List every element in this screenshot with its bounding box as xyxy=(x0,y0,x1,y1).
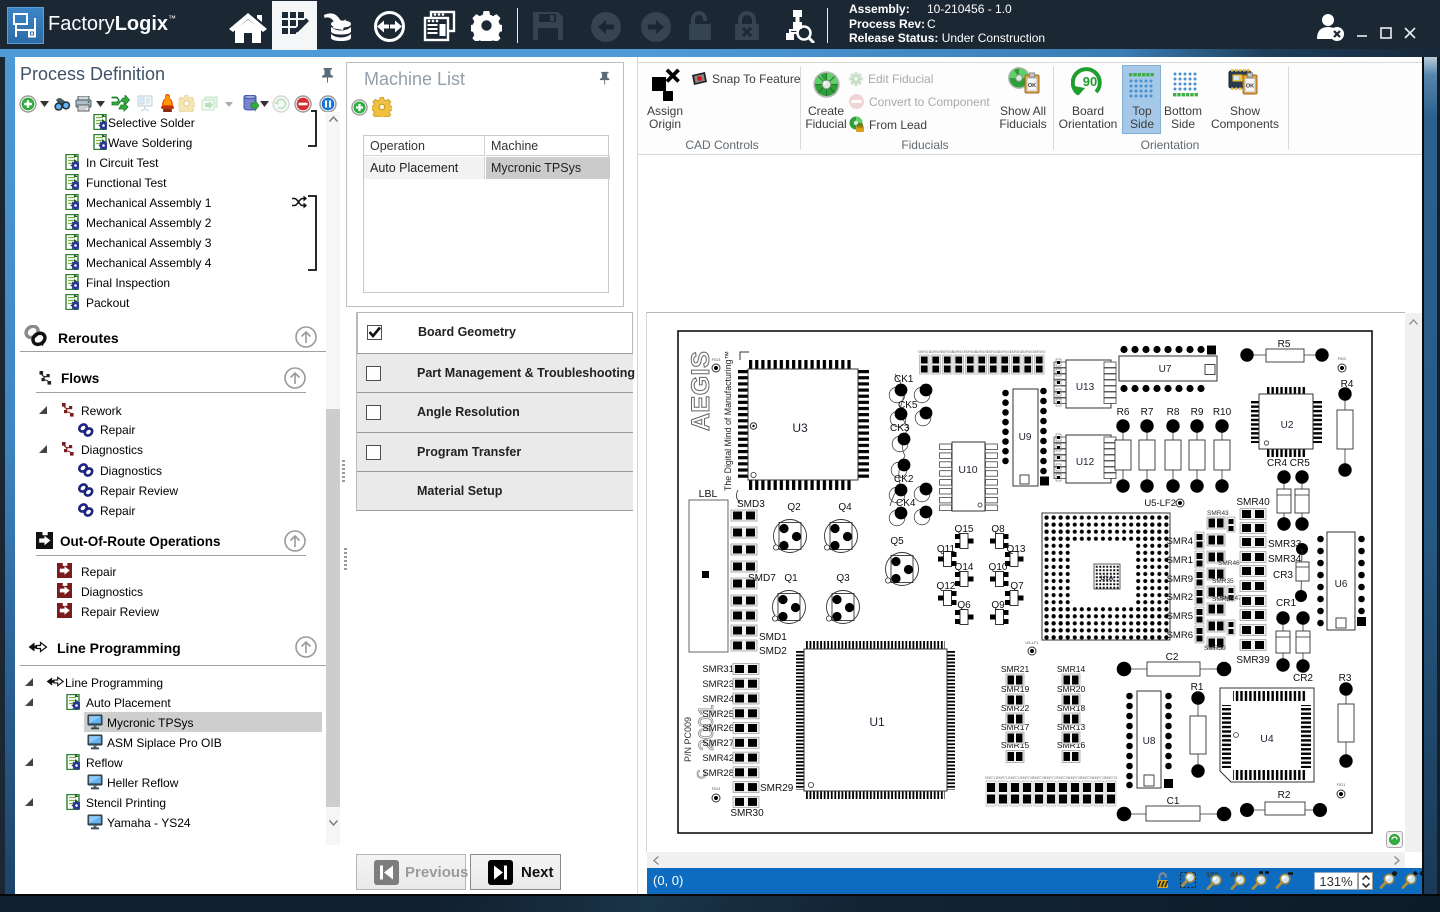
svg-text:U9: U9 xyxy=(1019,432,1032,443)
svg-text:Q1: Q1 xyxy=(784,573,798,584)
svg-text:SMR28: SMR28 xyxy=(702,768,734,779)
svg-text:SMR702: SMR702 xyxy=(1105,776,1118,780)
svg-text:LBL: LBL xyxy=(699,488,718,500)
svg-text:CK5: CK5 xyxy=(898,400,918,411)
svg-text:R9: R9 xyxy=(1191,407,1204,418)
svg-text:CK1: CK1 xyxy=(894,374,914,385)
svg-text:P/N PC009: P/N PC009 xyxy=(683,717,693,762)
svg-text:SMD2: SMD2 xyxy=(759,646,787,657)
svg-text:SMR23: SMR23 xyxy=(702,679,734,690)
svg-text:U8: U8 xyxy=(1143,736,1156,747)
svg-text:SMR25: SMR25 xyxy=(702,709,734,720)
svg-text:R5: R5 xyxy=(1278,339,1291,350)
svg-text:SMR26: SMR26 xyxy=(702,723,734,734)
svg-text:U1A: U1A xyxy=(1100,575,1113,582)
svg-text:CR2: CR2 xyxy=(1293,673,1313,684)
svg-text:SMR21: SMR21 xyxy=(1001,664,1030,674)
svg-text:C1: C1 xyxy=(1167,796,1180,807)
svg-text:Q5: Q5 xyxy=(890,536,904,547)
svg-text:SMR43: SMR43 xyxy=(1207,510,1229,517)
svg-text:U10: U10 xyxy=(958,464,977,476)
svg-text:Q15: Q15 xyxy=(955,524,974,535)
svg-text:CK4: CK4 xyxy=(896,498,916,509)
svg-text:CK3: CK3 xyxy=(890,423,910,434)
svg-text:U12: U12 xyxy=(1076,457,1095,468)
svg-text:U6: U6 xyxy=(1335,579,1348,590)
svg-text:SMR30: SMR30 xyxy=(730,808,764,819)
svg-text:FID4: FID4 xyxy=(712,786,721,791)
svg-text:SMR711: SMR711 xyxy=(997,776,1010,780)
svg-text:OK: OK xyxy=(1028,83,1036,89)
svg-text:U2: U2 xyxy=(1281,420,1294,431)
svg-text:R10: R10 xyxy=(1213,407,1232,418)
svg-text:U13: U13 xyxy=(1076,382,1095,393)
svg-text:SMR27: SMR27 xyxy=(702,738,734,749)
svg-text:The Digital Mind of Manufactur: The Digital Mind of Manufacturing™ xyxy=(723,351,733,491)
svg-text:SMR47: SMR47 xyxy=(1220,595,1242,602)
svg-text:CR3: CR3 xyxy=(1273,570,1293,581)
svg-text:Q11: Q11 xyxy=(937,544,956,555)
svg-text:R2: R2 xyxy=(1278,790,1291,801)
svg-text:U4: U4 xyxy=(1260,733,1274,745)
svg-text:U3: U3 xyxy=(792,421,808,435)
svg-text:SMR5: SMR5 xyxy=(1167,611,1193,622)
svg-text:FID2: FID2 xyxy=(1338,356,1347,361)
svg-text:U7: U7 xyxy=(1159,364,1172,375)
svg-text:SMR42: SMR42 xyxy=(702,753,734,764)
svg-text:Q9: Q9 xyxy=(991,600,1005,611)
svg-text:Q2: Q2 xyxy=(787,502,801,513)
svg-text:90: 90 xyxy=(1083,74,1097,89)
svg-text:U5-LF2: U5-LF2 xyxy=(1144,498,1176,509)
svg-text:SMD7: SMD7 xyxy=(748,573,776,584)
svg-text:SMR9: SMR9 xyxy=(1167,574,1193,585)
svg-text:SMR35: SMR35 xyxy=(1212,578,1234,585)
svg-text:Q14: Q14 xyxy=(955,562,974,573)
svg-text:SMR40: SMR40 xyxy=(1236,497,1270,508)
svg-text:R8: R8 xyxy=(1167,407,1180,418)
svg-text:Q10: Q10 xyxy=(989,562,1008,573)
svg-text:OK: OK xyxy=(1246,84,1254,90)
svg-text:SMR31: SMR31 xyxy=(702,664,734,675)
svg-text:CR1: CR1 xyxy=(1276,598,1296,609)
svg-text:FID3: FID3 xyxy=(712,357,721,362)
svg-text:SMR39: SMR39 xyxy=(1236,655,1270,666)
svg-text:SMR6: SMR6 xyxy=(1167,630,1193,641)
svg-text:U5-LF1: U5-LF1 xyxy=(1025,640,1039,645)
svg-text:SMD3: SMD3 xyxy=(737,499,765,510)
svg-text:SMR46: SMR46 xyxy=(1218,560,1240,567)
svg-text:CK2: CK2 xyxy=(894,474,914,485)
svg-text:SMR2: SMR2 xyxy=(1167,592,1193,603)
svg-text:SMR4: SMR4 xyxy=(1167,536,1193,547)
svg-text:SMD1: SMD1 xyxy=(759,632,787,643)
svg-text:FID1: FID1 xyxy=(1337,782,1346,787)
svg-text:Q4: Q4 xyxy=(838,502,852,513)
svg-text:Q6: Q6 xyxy=(957,600,971,611)
svg-text:R6: R6 xyxy=(1117,407,1130,418)
svg-text:SMR29: SMR29 xyxy=(760,783,794,794)
svg-text:U1: U1 xyxy=(869,715,885,729)
svg-text:Q12: Q12 xyxy=(937,581,956,592)
svg-text:SMR24: SMR24 xyxy=(702,694,734,705)
svg-text:Q8: Q8 xyxy=(991,524,1005,535)
svg-text:CR4 CR5: CR4 CR5 xyxy=(1267,458,1310,469)
svg-text:Q13: Q13 xyxy=(1007,544,1026,555)
svg-text:SMR14: SMR14 xyxy=(1057,664,1086,674)
svg-text:SMR712: SMR712 xyxy=(985,776,998,780)
svg-text:R7: R7 xyxy=(1141,407,1154,418)
svg-text:SMR1: SMR1 xyxy=(1167,555,1193,566)
svg-text:Q7: Q7 xyxy=(1010,581,1024,592)
svg-text:C2: C2 xyxy=(1166,652,1179,663)
svg-text:Q3: Q3 xyxy=(836,573,850,584)
svg-text:SMR50: SMR50 xyxy=(1204,645,1226,652)
svg-text:AEGIS: AEGIS xyxy=(687,351,715,431)
svg-text:SMR600: SMR600 xyxy=(1033,350,1046,354)
